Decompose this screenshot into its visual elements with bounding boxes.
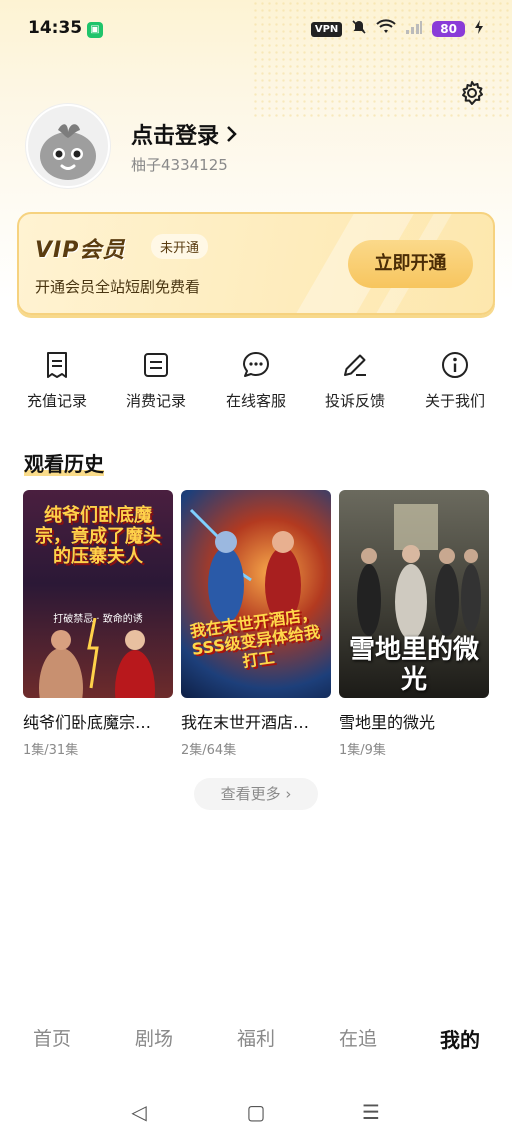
tab-following[interactable]: 在追 bbox=[318, 1024, 398, 1051]
poster-title-text: 雪地里的微光 bbox=[349, 635, 480, 695]
home-icon[interactable]: ▢ bbox=[236, 1100, 276, 1124]
vip-logo: VIP会员 bbox=[35, 238, 126, 263]
drama-episode-progress: 1集/31集 bbox=[23, 743, 79, 758]
login-link[interactable]: 点击登录 bbox=[131, 118, 239, 150]
vip-status-badge: 未开通 bbox=[151, 234, 209, 259]
chevron-right-icon bbox=[227, 126, 237, 142]
drama-title: 我在末世开酒店… bbox=[181, 713, 310, 732]
vip-description: 开通会员全站短剧免费看 bbox=[35, 278, 201, 296]
avatar[interactable] bbox=[26, 104, 110, 188]
tab-mine[interactable]: 我的 bbox=[420, 1024, 500, 1053]
signal-icon bbox=[405, 19, 423, 39]
history-section-title: 观看历史 bbox=[24, 448, 104, 477]
status-icons: VPN 80 bbox=[310, 19, 484, 39]
history-card[interactable]: 雪地里的微光 雪地里的微光 1集/9集 bbox=[339, 490, 489, 758]
history-list: 纯爷们卧底魔宗，竟成了魔头的压寨夫人 打破禁忌 · 致命的诱 纯爷们卧底魔宗… … bbox=[0, 490, 512, 760]
menu-item-about-us[interactable]: 关于我们 bbox=[405, 346, 505, 411]
tab-home[interactable]: 首页 bbox=[12, 1024, 92, 1051]
recents-icon[interactable]: ☰ bbox=[351, 1100, 391, 1124]
menu-label: 消费记录 bbox=[125, 392, 186, 410]
status-bar: 14:35 ▣ VPN 80 bbox=[0, 0, 512, 60]
back-icon[interactable]: ◁ bbox=[119, 1100, 159, 1124]
tab-welfare[interactable]: 福利 bbox=[216, 1024, 296, 1051]
menu-item-online-service[interactable]: 在线客服 bbox=[206, 346, 306, 411]
menu-item-consumption-records[interactable]: 消费记录 bbox=[106, 346, 206, 411]
drama-poster[interactable]: 我在末世开酒店，SSS级变异体给我打工 bbox=[181, 490, 331, 698]
bottom-tab-bar: 首页 剧场 福利 在追 我的 bbox=[0, 1024, 512, 1064]
history-card[interactable]: 纯爷们卧底魔宗，竟成了魔头的压寨夫人 打破禁忌 · 致命的诱 纯爷们卧底魔宗… … bbox=[23, 490, 173, 758]
function-menu: 充值记录 消费记录 在线客服 投诉反馈 关于我们 bbox=[0, 346, 512, 426]
drama-poster[interactable]: 纯爷们卧底魔宗，竟成了魔头的压寨夫人 打破禁忌 · 致命的诱 bbox=[23, 490, 173, 698]
tab-theater[interactable]: 剧场 bbox=[114, 1024, 194, 1051]
pomelo-mascot-icon bbox=[40, 124, 96, 180]
info-icon bbox=[442, 352, 468, 378]
document-icon bbox=[144, 353, 168, 377]
login-text: 点击登录 bbox=[131, 124, 220, 149]
user-id: 柚子4334125 bbox=[131, 156, 228, 174]
mute-icon bbox=[351, 19, 367, 39]
vip-membership-card[interactable]: VIP会员 未开通 开通会员全站短剧免费看 立即开通 bbox=[17, 212, 495, 315]
charging-icon bbox=[474, 19, 484, 39]
drama-title: 纯爷们卧底魔宗… bbox=[23, 713, 152, 732]
activate-vip-button[interactable]: 立即开通 bbox=[348, 240, 473, 288]
view-more-button[interactable]: 查看更多 › bbox=[194, 778, 318, 810]
pencil-icon bbox=[344, 354, 366, 376]
system-nav-bar: ◁ ▢ ☰ bbox=[0, 1090, 512, 1134]
menu-label: 关于我们 bbox=[424, 392, 485, 410]
receipt-icon bbox=[47, 352, 67, 378]
chat-icon bbox=[243, 352, 269, 377]
history-card[interactable]: 我在末世开酒店，SSS级变异体给我打工 我在末世开酒店… 2集/64集 bbox=[181, 490, 331, 758]
menu-item-recharge-records[interactable]: 充值记录 bbox=[7, 346, 107, 411]
view-more-label: 查看更多 bbox=[220, 785, 281, 803]
drama-episode-progress: 1集/9集 bbox=[339, 743, 386, 758]
status-time: 14:35 bbox=[28, 18, 83, 38]
drama-poster[interactable]: 雪地里的微光 bbox=[339, 490, 489, 698]
drama-title: 雪地里的微光 bbox=[339, 713, 436, 732]
menu-label: 投诉反馈 bbox=[324, 392, 385, 410]
poster-title-text: 纯爷们卧底魔宗，竟成了魔头的压寨夫人 bbox=[35, 505, 161, 568]
vpn-badge: VPN bbox=[310, 21, 343, 37]
menu-label: 充值记录 bbox=[26, 392, 87, 410]
battery-indicator: 80 bbox=[432, 21, 465, 37]
menu-item-complaint-feedback[interactable]: 投诉反馈 bbox=[305, 346, 405, 411]
settings-gear-icon[interactable] bbox=[458, 79, 486, 107]
wifi-icon bbox=[376, 19, 396, 39]
chevron-right-icon: › bbox=[285, 785, 292, 803]
menu-label: 在线客服 bbox=[225, 392, 286, 410]
drama-episode-progress: 2集/64集 bbox=[181, 743, 237, 758]
app-notification-icon: ▣ bbox=[87, 22, 103, 38]
poster-figures-illustration bbox=[39, 618, 155, 698]
